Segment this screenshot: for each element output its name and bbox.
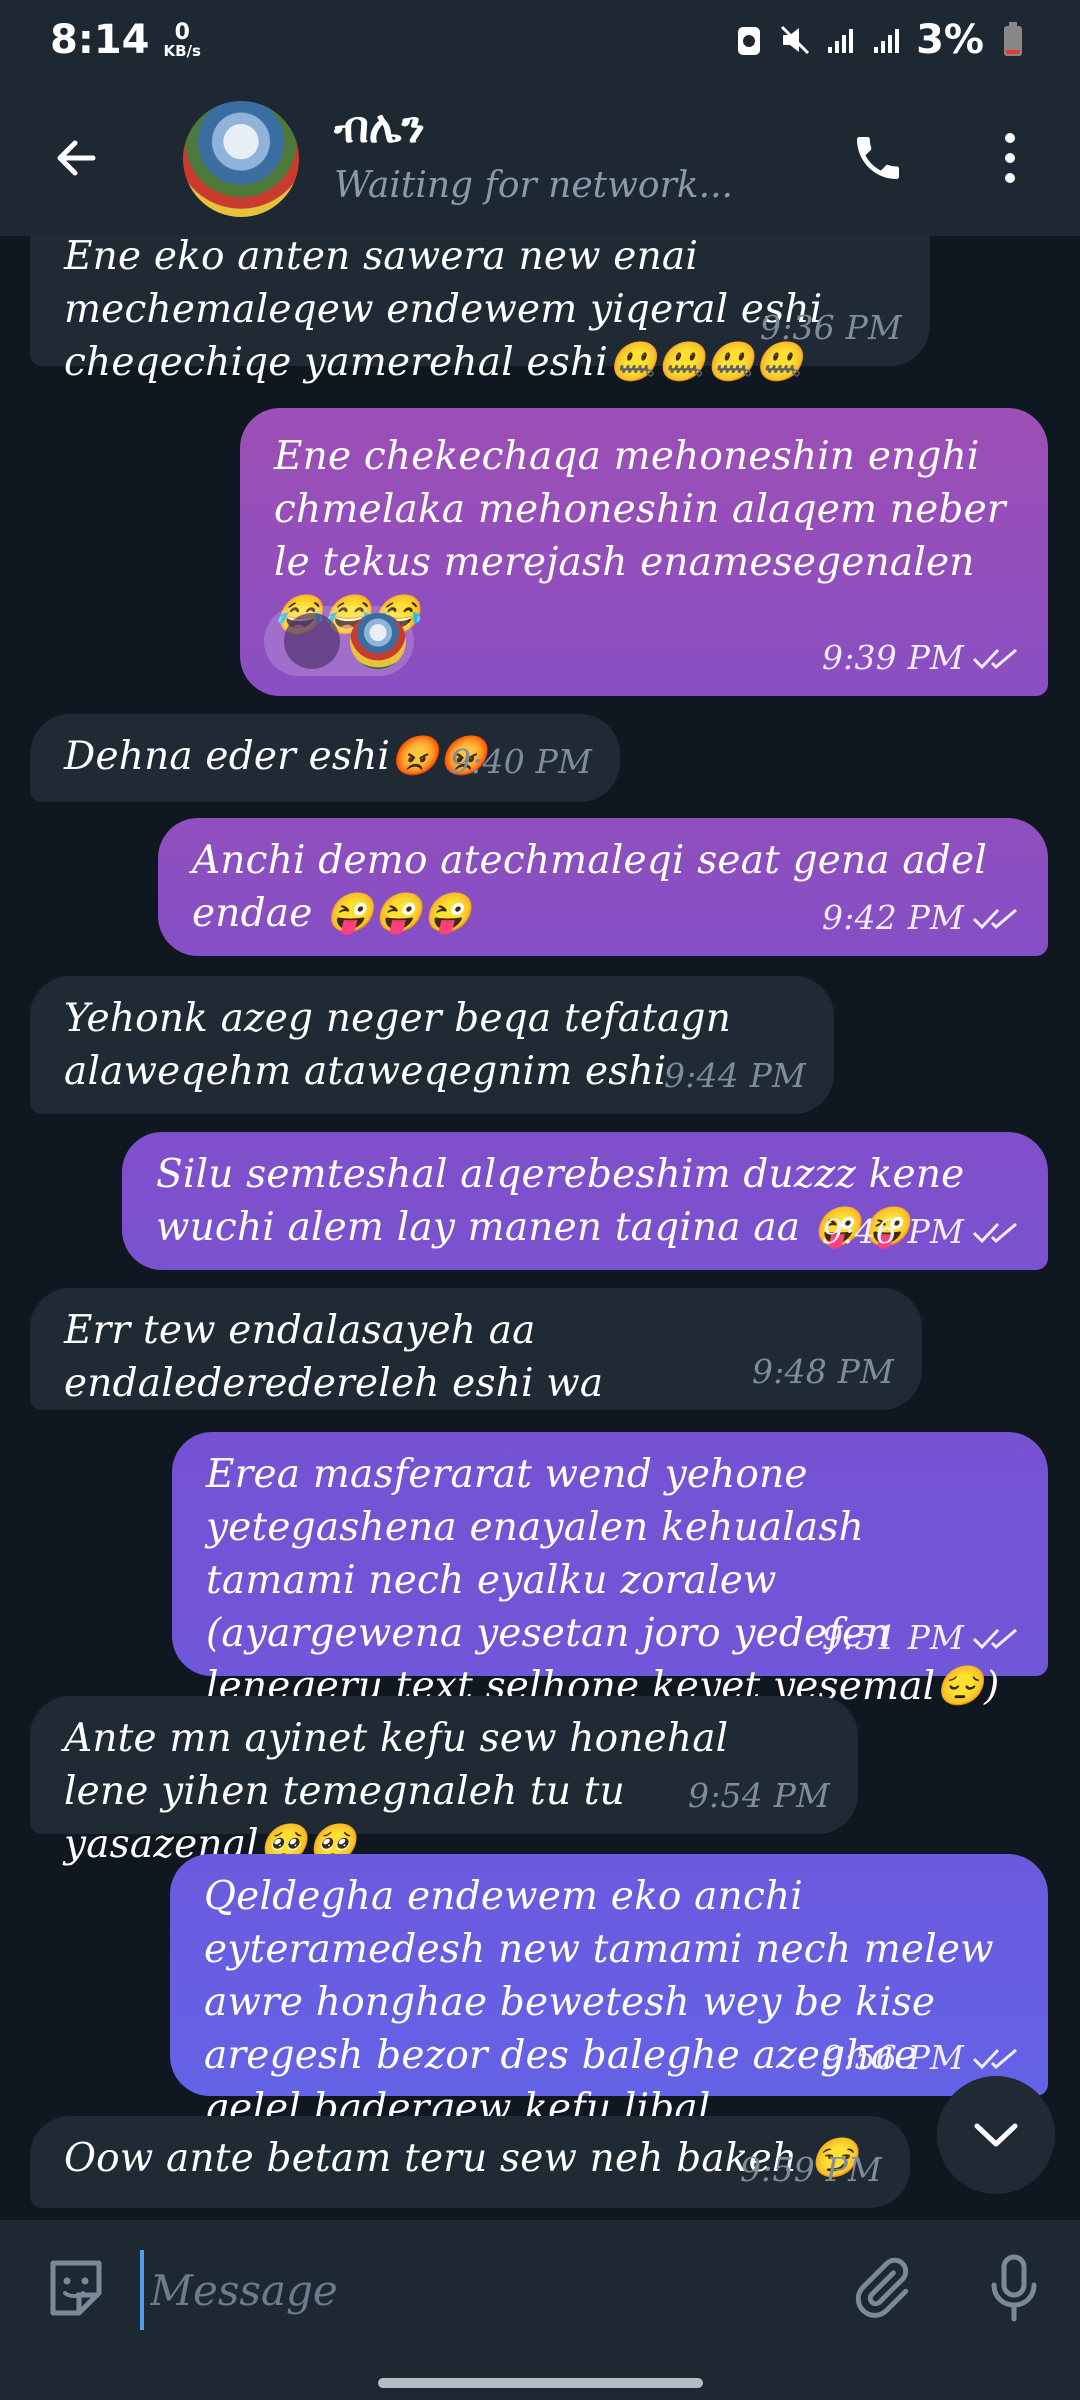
message-outgoing[interactable]: Erea masferarat wend yehone yetegashena … [172, 1432, 1048, 1709]
status-time: 8:14 [50, 17, 150, 63]
message-text: Erea masferarat wend yehone yetegashena … [206, 1452, 1000, 1709]
message-input[interactable] [140, 2250, 790, 2330]
message-incoming[interactable]: Ene eko anten sawera new enai mechemaleq… [30, 236, 930, 385]
back-button[interactable] [44, 126, 108, 190]
double-check-icon [972, 1222, 1017, 1243]
status-icons: 3% [732, 17, 1030, 63]
call-button[interactable] [846, 126, 910, 190]
more-options-button[interactable] [985, 126, 1035, 190]
attach-button[interactable] [845, 2252, 917, 2324]
phone-icon [857, 137, 899, 179]
home-indicator[interactable] [378, 2378, 703, 2388]
message-time: 9:39 PM [822, 638, 964, 677]
battery-percent: 3% [916, 17, 984, 63]
system-navigation-bar [0, 2350, 1080, 2400]
sticker-icon [50, 2260, 102, 2316]
paperclip-icon [855, 2257, 909, 2318]
double-check-icon [972, 2048, 1017, 2069]
attachment-preview[interactable] [264, 606, 414, 676]
message-time: 9:59 PM [740, 2150, 882, 2189]
chat-header: ብሌን Waiting for network... [0, 80, 1080, 236]
chevron-down-icon [974, 2123, 1018, 2147]
message-outgoing[interactable]: Anchi demo atechmaleqi seat gena adel en… [158, 818, 1048, 956]
double-check-icon [972, 648, 1017, 669]
network-speed-value: 0 [174, 19, 190, 45]
message-time: 9:48 PM [752, 1352, 894, 1391]
arrow-left-icon [57, 140, 96, 176]
voice-record-button[interactable] [978, 2250, 1050, 2326]
message-incoming[interactable]: Ante mn ayinet kefu sew honehal lene yih… [30, 1696, 858, 1867]
contact-name[interactable]: ብሌን [334, 102, 425, 153]
message-text: Qeldegha endewem eko anchi eyteramedesh … [204, 1874, 994, 2131]
message-outgoing[interactable]: Silu semteshal alqerebeshim duzzz kene w… [122, 1132, 1048, 1270]
network-speed-unit: KB/s [163, 41, 201, 60]
message-text: Dehna eder eshi😡😡 [64, 734, 488, 779]
message-incoming[interactable]: Dehna eder eshi😡😡 9:40 PM [30, 714, 620, 802]
avatar[interactable] [183, 101, 299, 217]
network-speed: 0 KB/s [163, 19, 201, 60]
mute-icon [778, 23, 812, 57]
loading-indicator [284, 613, 340, 669]
message-incoming[interactable]: Err tew endalasayeh aa endalederedereleh… [30, 1288, 922, 1410]
message-time: 9:56 PM [822, 2038, 964, 2077]
message-time: 9:40 PM [450, 742, 592, 781]
signal-icon-2 [870, 23, 904, 57]
message-time: 9:46 PM [822, 1212, 964, 1251]
message-text: Yehonk azeg neger beqa tefatagn alaweqeh… [64, 996, 732, 1094]
status-bar: 8:14 0 KB/s 3% [0, 0, 1080, 80]
sticker-button[interactable] [40, 2252, 112, 2324]
message-text: Ante mn ayinet kefu sew honehal lene yih… [64, 1716, 729, 1867]
message-time: 9:42 PM [822, 898, 964, 937]
message-incoming[interactable]: Oow ante betam teru sew neh bakeh 😏 9:59… [30, 2116, 910, 2208]
message-time: 9:51 PM [822, 1618, 964, 1657]
message-time: 9:44 PM [664, 1056, 806, 1095]
attachment-thumbnail [350, 613, 406, 669]
composer-bar [0, 2220, 1080, 2350]
message-text: Err tew endalasayeh aa endalederedereleh… [64, 1308, 604, 1406]
message-text: Ene eko anten sawera new enai mechemaleq… [64, 236, 823, 385]
message-list[interactable]: Ene eko anten sawera new enai mechemaleq… [0, 236, 1080, 2220]
signal-icon-1 [824, 23, 858, 57]
double-check-icon [972, 908, 1017, 929]
message-incoming[interactable]: Yehonk azeg neger beqa tefatagn alaweqeh… [30, 976, 834, 1114]
scroll-to-bottom-button[interactable] [937, 2076, 1055, 2194]
message-outgoing[interactable]: Qeldegha endewem eko anchi eyteramedesh … [170, 1854, 1048, 2131]
contact-status: Waiting for network... [334, 165, 733, 206]
message-outgoing[interactable]: Ene chekechaqa mehoneshin enghi chmelaka… [240, 408, 1048, 696]
microphone-icon [991, 2254, 1037, 2322]
message-time: 9:54 PM [688, 1776, 830, 1815]
more-vertical-icon [1005, 133, 1015, 183]
battery-saver-icon [732, 23, 766, 57]
double-check-icon [972, 1628, 1017, 1649]
battery-icon [996, 22, 1030, 57]
message-time: 9:36 PM [760, 308, 902, 347]
